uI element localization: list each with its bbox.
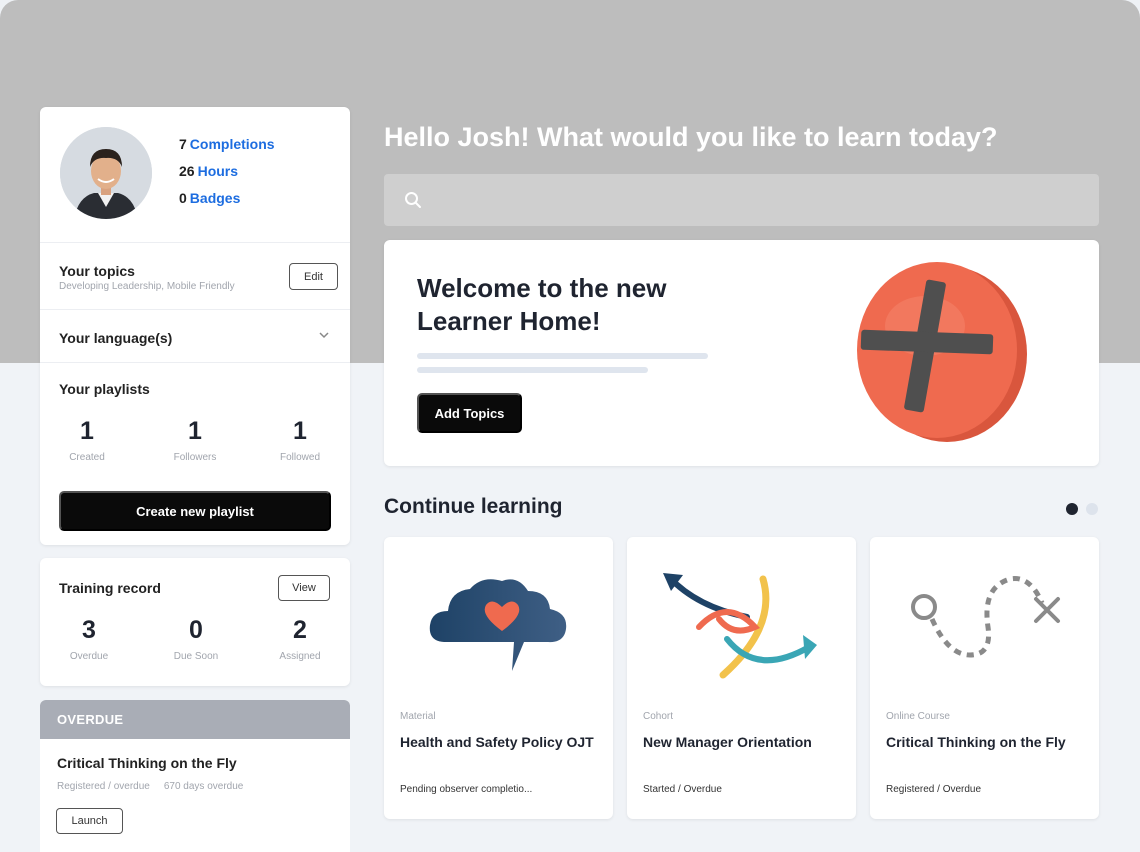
- playlists-created-stat[interactable]: 1 Created: [47, 417, 127, 463]
- continue-learning-title: Continue learning: [384, 495, 563, 518]
- carousel-dot-active[interactable]: [1066, 503, 1078, 515]
- overdue-header: OVERDUE: [40, 700, 350, 739]
- course-type: Online Course: [886, 711, 950, 722]
- training-title: Training record: [59, 580, 161, 596]
- topics-section: Your topics Developing Leadership, Mobil…: [40, 243, 350, 310]
- completions-stat[interactable]: 7 Completions: [179, 135, 275, 162]
- stat-value: 3: [82, 616, 96, 644]
- page-title: Hello Josh! What would you like to learn…: [384, 122, 998, 152]
- cloud-heart-icon: [429, 579, 567, 671]
- stat-label: Due Soon: [173, 651, 219, 662]
- welcome-title: Welcome to the new Learner Home!: [417, 273, 667, 336]
- stat-label: Assigned: [279, 651, 321, 662]
- placeholder-line: [417, 353, 708, 359]
- course-title[interactable]: Critical Thinking on the Fly: [886, 732, 1086, 752]
- hours-count: 26: [179, 163, 195, 179]
- stat-label: Overdue: [69, 651, 109, 662]
- course-title[interactable]: New Manager Orientation: [643, 732, 843, 752]
- overdue-status: Registered / overdue: [57, 781, 150, 792]
- avatar[interactable]: [60, 127, 152, 219]
- arrows-icon: [663, 573, 817, 679]
- plus-badge-icon: [857, 262, 1027, 442]
- launch-button[interactable]: Launch: [56, 808, 123, 834]
- topics-subtitle: Developing Leadership, Mobile Friendly: [59, 281, 235, 292]
- playlists-followed-stat[interactable]: 1 Followed: [260, 417, 340, 463]
- avatar-image: [60, 127, 152, 219]
- overdue-days: 670 days overdue: [163, 781, 244, 792]
- profile-stats: 7 Completions 26 Hours 0 Badges: [179, 135, 275, 216]
- playlists-title: Your playlists: [59, 381, 150, 397]
- profile-card: 7 Completions 26 Hours 0 Badges Your topics…: [40, 107, 350, 545]
- chevron-down-icon[interactable]: [318, 329, 330, 341]
- hours-link[interactable]: Hours: [198, 163, 238, 179]
- badges-link[interactable]: Badges: [190, 190, 241, 206]
- course-card[interactable]: Online Course Critical Thinking on the F…: [870, 537, 1099, 819]
- add-topics-button[interactable]: Add Topics: [417, 393, 522, 433]
- badges-count: 0: [179, 190, 187, 206]
- language-dropdown[interactable]: Your language(s): [40, 310, 350, 363]
- course-title[interactable]: Health and Safety Policy OJT: [400, 732, 600, 752]
- course-type: Material: [400, 711, 436, 722]
- training-record-card: Training record View 3 Overdue 0 Due Soo…: [40, 558, 350, 686]
- completions-count: 7: [179, 136, 187, 152]
- badges-stat[interactable]: 0 Badges: [179, 189, 275, 216]
- training-overdue-stat[interactable]: 3 Overdue: [49, 616, 129, 662]
- placeholder-line: [417, 367, 648, 373]
- search-bar[interactable]: [384, 174, 1099, 226]
- playlists-section: Your playlists 1 Created 1 Followers 1 F…: [40, 363, 350, 545]
- training-due-soon-stat[interactable]: 0 Due Soon: [156, 616, 236, 662]
- stat-value: 1: [188, 417, 202, 445]
- language-title: Your language(s): [59, 330, 173, 346]
- topics-title: Your topics: [59, 263, 135, 279]
- completions-link[interactable]: Completions: [190, 136, 275, 152]
- view-training-button[interactable]: View: [278, 575, 330, 601]
- stat-label: Created: [69, 452, 105, 463]
- overdue-item-meta: Registered / overdue 670 days overdue: [57, 781, 243, 792]
- course-card[interactable]: Cohort New Manager Orientation Started /…: [627, 537, 856, 819]
- course-status: Registered / Overdue: [886, 784, 982, 795]
- welcome-banner: Welcome to the new Learner Home! Add Top…: [384, 240, 1099, 466]
- playlists-followers-stat[interactable]: 1 Followers: [155, 417, 235, 463]
- overdue-card: OVERDUE Critical Thinking on the Fly Reg…: [40, 700, 350, 852]
- training-assigned-stat[interactable]: 2 Assigned: [260, 616, 340, 662]
- path-route-icon: [911, 576, 1060, 658]
- search-icon: [405, 192, 421, 208]
- profile-summary: 7 Completions 26 Hours 0 Badges: [40, 107, 350, 243]
- stat-value: 2: [293, 616, 307, 644]
- create-playlist-button[interactable]: Create new playlist: [59, 491, 331, 531]
- edit-topics-button[interactable]: Edit: [289, 263, 338, 290]
- course-status: Pending observer completio...: [400, 784, 533, 795]
- overdue-item-title[interactable]: Critical Thinking on the Fly: [57, 755, 237, 771]
- search-input[interactable]: [432, 184, 1072, 216]
- stat-value: 1: [80, 417, 94, 445]
- stat-label: Followed: [279, 452, 321, 463]
- carousel-dot[interactable]: [1086, 503, 1098, 515]
- stat-value: 0: [189, 616, 203, 644]
- stat-label: Followers: [173, 452, 217, 463]
- course-card[interactable]: Material Health and Safety Policy OJT Pe…: [384, 537, 613, 819]
- course-status: Started / Overdue: [643, 784, 722, 795]
- left-sidebar: 7 Completions 26 Hours 0 Badges Your topics…: [40, 107, 350, 852]
- hours-stat[interactable]: 26 Hours: [179, 162, 275, 189]
- stat-value: 1: [293, 417, 307, 445]
- course-type: Cohort: [643, 711, 674, 722]
